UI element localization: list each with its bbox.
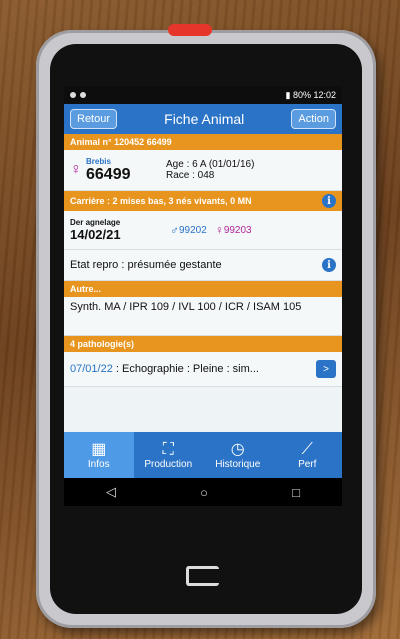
- back-nav-icon[interactable]: ◁: [106, 484, 116, 500]
- red-hardware-button[interactable]: [168, 24, 212, 36]
- status-bar: ▮ 80% 12:02: [64, 86, 342, 104]
- synth-row: Synth. MA / IPR 109 / IVL 100 / ICR / IS…: [64, 297, 342, 336]
- tab-production[interactable]: ⛶ Production: [134, 432, 204, 478]
- male-lamb-id[interactable]: 99202: [179, 225, 207, 236]
- animal-details: Age : 6 A (01/01/16) Race : 048: [166, 159, 254, 181]
- info-icon[interactable]: i: [322, 194, 336, 208]
- notification-icon: [70, 92, 76, 98]
- patho-row[interactable]: 07/01/22 : Echographie : Pleine : sim...…: [64, 352, 342, 387]
- sex-label: Brebis: [86, 156, 111, 166]
- production-icon: ⛶: [162, 440, 174, 458]
- system-nav-bar: ◁ ○ □: [64, 478, 342, 506]
- tab-label: Historique: [215, 458, 261, 470]
- animal-card: ♀ Brebis 66499 Age : 6 A (01/01/16) Race…: [64, 150, 342, 191]
- animal-age: Age : 6 A (01/01/16): [166, 159, 255, 170]
- agnelage-label: Der agnelage: [70, 218, 121, 227]
- animal-header: Animal n° 120452 66499: [64, 134, 342, 150]
- historique-icon: ◷: [230, 440, 245, 458]
- agnelage-row: Der agnelage 14/02/21 ♂ 99202 ♀ 99203: [64, 211, 342, 250]
- app-bar: Retour Fiche Animal Action: [64, 104, 342, 134]
- tab-historique[interactable]: ◷ Historique: [203, 432, 273, 478]
- tab-label: Perf: [298, 458, 317, 470]
- infos-icon: ▦: [91, 440, 107, 458]
- animal-id-block: Brebis 66499: [86, 157, 156, 184]
- tab-bar: ▦ Infos ⛶ Production ◷ Historique ⟋ Perf: [64, 432, 342, 478]
- recents-nav-icon[interactable]: □: [292, 485, 300, 500]
- notification-icon: [80, 92, 86, 98]
- status-icons: [70, 92, 86, 98]
- etat-repro-row[interactable]: Etat repro : présumée gestante i: [64, 250, 342, 281]
- tab-perf[interactable]: ⟋ Perf: [273, 432, 343, 478]
- agnelage-block: Der agnelage 14/02/21: [70, 218, 160, 242]
- synth-text: Synth. MA / IPR 109 / IVL 100 / ICR / IS…: [70, 301, 302, 313]
- etat-repro: Etat repro : présumée gestante: [70, 259, 222, 271]
- tab-infos[interactable]: ▦ Infos: [64, 432, 134, 478]
- perf-icon: ⟋: [301, 440, 313, 458]
- animal-id: 66499: [86, 165, 131, 183]
- patho-date: 07/01/22: [70, 363, 113, 375]
- status-right: ▮ 80% 12:02: [285, 89, 337, 100]
- action-button[interactable]: Action: [291, 109, 336, 129]
- brand-logo: [186, 566, 219, 586]
- agnelage-date: 14/02/21: [70, 227, 121, 242]
- carriere-bar[interactable]: Carrière : 2 mises bas, 3 nés vivants, 0…: [64, 191, 342, 211]
- phone-device: ▮ 80% 12:02 Retour Fiche Animal Action A…: [36, 24, 376, 628]
- back-button[interactable]: Retour: [70, 109, 118, 129]
- carriere-text: Carrière : 2 mises bas, 3 nés vivants, 0…: [70, 196, 252, 206]
- tab-label: Infos: [87, 458, 110, 470]
- female-icon: ♀: [214, 223, 224, 237]
- page-title: Fiche Animal: [164, 111, 245, 127]
- male-icon: ♂: [170, 223, 179, 237]
- animal-race: Race : 048: [166, 170, 215, 181]
- phone-screen: ▮ 80% 12:02 Retour Fiche Animal Action A…: [64, 86, 342, 506]
- home-nav-icon[interactable]: ○: [200, 485, 208, 500]
- patho-text: 07/01/22 : Echographie : Pleine : sim...: [70, 363, 259, 375]
- info-icon[interactable]: i: [322, 258, 336, 272]
- female-icon: ♀: [70, 161, 82, 178]
- patho-desc: : Echographie : Pleine : sim...: [112, 363, 259, 375]
- chevron-right-icon[interactable]: >: [316, 360, 336, 378]
- female-lamb-id[interactable]: 99203: [224, 225, 252, 236]
- tab-label: Production: [144, 458, 193, 470]
- autre-header: Autre...: [64, 281, 342, 297]
- patho-header: 4 pathologie(s): [64, 336, 342, 352]
